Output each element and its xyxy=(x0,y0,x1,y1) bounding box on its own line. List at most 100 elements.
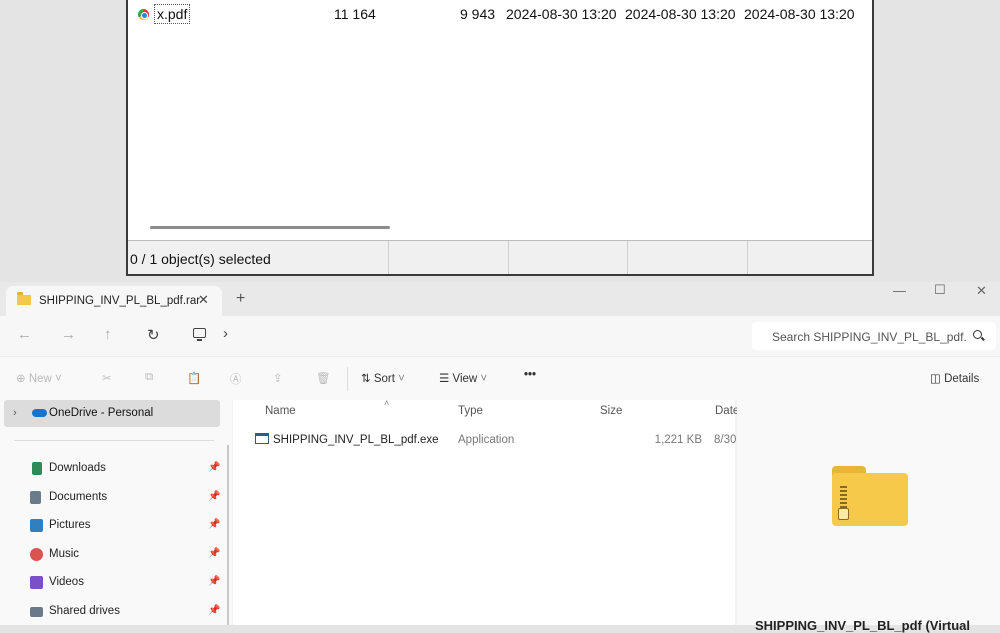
onedrive-label: OneDrive - Personal xyxy=(49,407,154,419)
sidebar-label: Videos xyxy=(49,576,84,588)
column-header-name[interactable]: ˄ Name xyxy=(265,398,389,417)
this-pc-icon[interactable] xyxy=(193,328,206,341)
cut-icon[interactable]: ✂ xyxy=(102,371,112,385)
tab-bar: SHIPPING_INV_PL_BL_pdf.rar ✕ + — ☐ ✕ xyxy=(0,282,1000,316)
file-size: 1,221 KB xyxy=(654,434,702,446)
sidebar-item-videos[interactable]: Videos 📌 xyxy=(30,573,220,593)
new-button[interactable]: ⊕ New ˅ xyxy=(16,371,62,385)
search-placeholder: Search SHIPPING_INV_PL_BL_pdf. xyxy=(772,330,967,344)
column-header-type[interactable]: Type xyxy=(458,405,483,417)
archive-modified: 2024-08-30 13:20 xyxy=(506,6,617,22)
command-separator xyxy=(347,367,348,391)
file-row[interactable]: SHIPPING_INV_PL_BL_pdf.exe Application 1… xyxy=(233,430,737,452)
address-bar: ← → ↑ ↻ › Search SHIPPING_INV_PL_BL_pdf. xyxy=(0,316,1000,356)
view-button[interactable]: ☰ View ˅ xyxy=(439,371,487,385)
pin-icon[interactable]: 📌 xyxy=(208,491,220,502)
sidebar-label: Pictures xyxy=(49,519,91,531)
sort-caret-icon: ˄ xyxy=(384,398,390,408)
pin-icon[interactable]: 📌 xyxy=(208,519,220,530)
status-cell-3 xyxy=(509,241,628,274)
pin-icon[interactable]: 📌 xyxy=(208,462,220,473)
back-button[interactable]: ← xyxy=(17,326,32,343)
breadcrumb-chevron-icon[interactable]: › xyxy=(223,325,228,342)
minimize-button[interactable]: — xyxy=(893,283,906,298)
zip-folder-icon xyxy=(17,292,31,305)
search-input[interactable]: Search SHIPPING_INV_PL_BL_pdf. xyxy=(752,322,996,350)
archive-file-name[interactable]: x.pdf xyxy=(154,4,191,24)
column-header-date[interactable]: Date xyxy=(715,405,739,417)
file-list-pane: ˄ Name Type Size Date SHIPPING_INV_PL_BL… xyxy=(233,398,739,625)
sidebar-divider xyxy=(14,440,214,441)
delete-icon[interactable]: 🗑 xyxy=(316,371,331,385)
file-name: SHIPPING_INV_PL_BL_pdf.exe xyxy=(273,434,439,446)
sidebar-label: Music xyxy=(49,548,80,560)
paste-icon[interactable]: 📋 xyxy=(187,371,201,385)
archive-file-size: 11 164 xyxy=(334,6,376,22)
sidebar-item-onedrive[interactable]: › OneDrive - Personal xyxy=(4,400,220,427)
status-selection: 0 / 1 object(s) selected xyxy=(128,241,389,274)
details-pane-button[interactable]: ◫ Details xyxy=(930,371,979,385)
tab-title: SHIPPING_INV_PL_BL_pdf.rar xyxy=(39,295,201,307)
navigation-pane: › OneDrive - Personal Downloads 📌 Docume… xyxy=(0,400,232,625)
status-cell-2 xyxy=(389,241,509,274)
status-bar: 0 / 1 object(s) selected xyxy=(128,240,872,274)
more-options-button[interactable]: ••• xyxy=(524,369,536,381)
pictures-icon xyxy=(30,519,43,532)
view-label: View xyxy=(452,373,478,385)
archive-accessed: 2024-08-30 13:20 xyxy=(744,6,855,22)
column-header-size[interactable]: Size xyxy=(600,405,622,417)
sidebar-label: Documents xyxy=(49,491,108,503)
pin-icon[interactable]: 📌 xyxy=(208,576,220,587)
status-cell-4 xyxy=(628,241,748,274)
details-pane-icon: ◫ xyxy=(930,373,941,385)
sidebar-item-shared-drives[interactable]: Shared drives 📌 xyxy=(30,602,220,622)
maximize-button[interactable]: ☐ xyxy=(934,282,946,298)
sidebar-item-documents[interactable]: Documents 📌 xyxy=(30,488,220,508)
details-pane: SHIPPING_INV_PL_BL_pdf (Virtual xyxy=(737,400,1000,633)
search-icon xyxy=(973,330,982,339)
file-type: Application xyxy=(458,434,515,446)
archive-file-row[interactable]: x.pdf 11 164 9 943 2024-08-30 13:20 2024… xyxy=(128,4,872,24)
horizontal-scrollbar[interactable] xyxy=(150,226,390,229)
up-button[interactable]: ↑ xyxy=(104,326,112,343)
new-tab-button[interactable]: + xyxy=(236,290,245,308)
sidebar-item-music[interactable]: Music 📌 xyxy=(30,545,220,565)
drive-icon xyxy=(30,607,43,617)
document-icon xyxy=(30,491,41,504)
application-icon xyxy=(255,433,269,444)
sidebar-label: Downloads xyxy=(49,462,106,474)
sidebar-item-downloads[interactable]: Downloads 📌 xyxy=(30,459,220,479)
sidebar-label: Shared drives xyxy=(49,605,120,617)
details-title: SHIPPING_INV_PL_BL_pdf (Virtual xyxy=(755,618,971,633)
copy-icon[interactable]: ⧉ xyxy=(145,371,153,384)
zip-folder-icon-large xyxy=(832,466,908,526)
video-icon xyxy=(30,576,43,589)
refresh-button[interactable]: ↻ xyxy=(147,326,160,344)
pin-icon[interactable]: 📌 xyxy=(208,605,220,616)
archive-created: 2024-08-30 13:20 xyxy=(625,6,736,22)
close-button[interactable]: ✕ xyxy=(976,283,987,299)
pin-icon[interactable]: 📌 xyxy=(208,548,220,559)
column-label: Name xyxy=(265,405,296,417)
archive-window: x.pdf 11 164 9 943 2024-08-30 13:20 2024… xyxy=(126,0,874,276)
forward-button[interactable]: → xyxy=(61,326,76,343)
tab-archive[interactable]: SHIPPING_INV_PL_BL_pdf.rar ✕ xyxy=(6,286,222,316)
tab-close-button[interactable]: ✕ xyxy=(198,292,209,308)
onedrive-cloud-icon xyxy=(32,409,47,417)
details-label: Details xyxy=(944,373,980,385)
sort-button[interactable]: ⇅ Sort ˅ xyxy=(361,371,405,385)
download-icon xyxy=(32,462,42,475)
command-bar: ⊕ New ˅ ✂ ⧉ 📋 Ⓐ ⇪ 🗑 ⇅ Sort ˅ ☰ View ˅ ••… xyxy=(0,356,1000,400)
sort-label: Sort xyxy=(373,373,395,385)
new-label: New xyxy=(28,373,52,385)
sidebar-scrollbar[interactable] xyxy=(227,445,229,625)
chevron-right-icon[interactable]: › xyxy=(13,407,17,419)
sidebar-item-pictures[interactable]: Pictures 📌 xyxy=(30,516,220,536)
file-explorer-window: SHIPPING_INV_PL_BL_pdf.rar ✕ + — ☐ ✕ ← →… xyxy=(0,282,1000,633)
archive-packed-size: 9 943 xyxy=(460,6,496,22)
music-icon xyxy=(30,548,43,561)
chrome-pdf-icon xyxy=(138,9,149,20)
share-icon[interactable]: ⇪ xyxy=(273,371,283,385)
file-date: 8/30 xyxy=(714,434,737,446)
rename-icon[interactable]: Ⓐ xyxy=(230,371,242,387)
